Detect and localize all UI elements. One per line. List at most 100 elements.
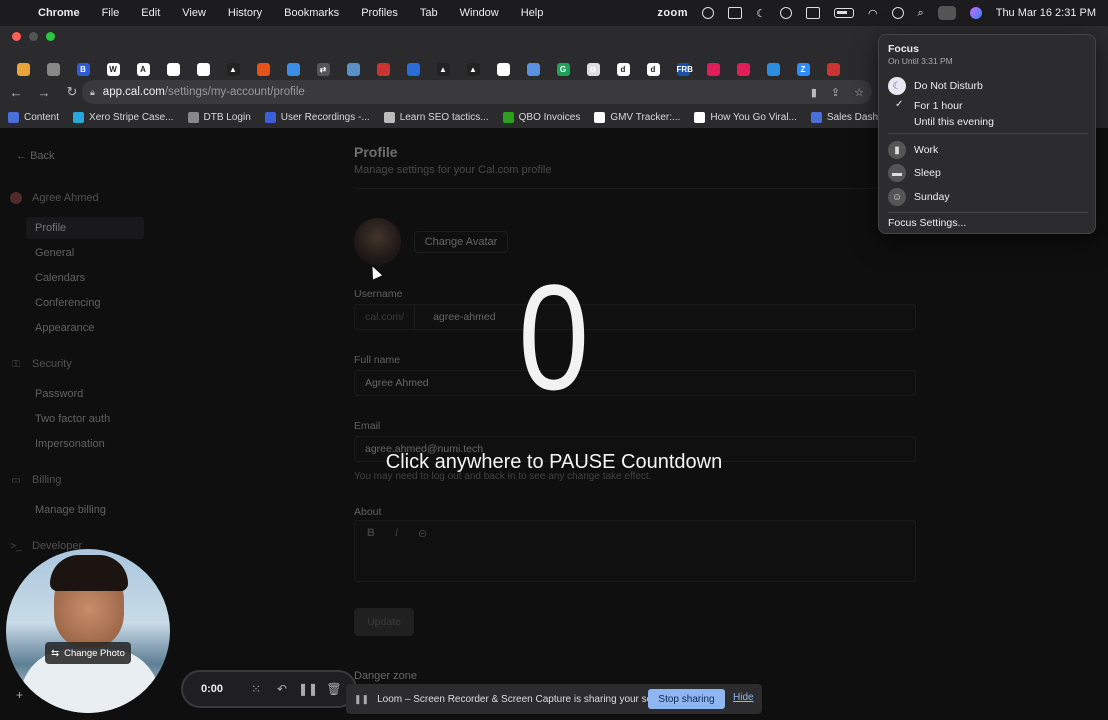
menubar-clock[interactable]: Thu Mar 16 2:31 PM [996,7,1096,19]
browser-tab[interactable]: ▲ [458,59,488,79]
bookmark-item[interactable]: Learn SEO tactics... [383,111,489,123]
browser-tab[interactable]: B [68,59,98,79]
browser-tab[interactable]: FRB [668,59,698,79]
bookmark-item[interactable]: Xero Stripe Case... [73,111,174,123]
bold-icon[interactable]: B [367,527,375,540]
browser-tab[interactable] [518,59,548,79]
browser-tab[interactable]: A [128,59,158,79]
browser-tab[interactable] [158,59,188,79]
plus-icon[interactable]: + [16,688,23,702]
focus-for-1-hour[interactable]: For 1 hour [914,100,962,112]
bookmark-item[interactable]: Content [8,111,59,123]
minimize-window-button[interactable] [29,32,38,41]
italic-icon[interactable]: I [395,527,398,540]
about-editor[interactable]: B I ⊝ [354,520,916,582]
pause-icon[interactable]: ❚❚ [295,682,321,696]
battery-icon[interactable] [833,8,854,18]
siri-icon[interactable] [969,7,982,19]
sidebar-item-conferencing[interactable]: Conferencing [26,292,144,314]
update-button[interactable]: Update [354,608,414,636]
bookmark-item[interactable]: DTB Login [187,111,251,123]
sidebar-item-profile[interactable]: Profile [26,217,144,239]
restart-icon[interactable]: ↶ [269,682,295,696]
reload-icon[interactable]: ↻ [60,84,84,100]
extension-icon[interactable] [702,7,715,19]
sidebar-security-header[interactable]: ⚿ Security [10,358,72,370]
forward-arrow-icon[interactable]: → [32,85,56,100]
browser-tab[interactable]: d [638,59,668,79]
star-icon[interactable]: ☆ [854,86,864,99]
display-icon[interactable] [805,7,820,19]
drawing-grid-icon[interactable]: ⁙ [243,682,269,696]
browser-tab[interactable]: Z [788,59,818,79]
change-avatar-button[interactable]: Change Avatar [414,231,508,253]
menu-chrome[interactable]: Chrome [38,7,80,19]
zoom-status-item[interactable]: zoom [657,7,688,19]
control-center-icon[interactable] [937,6,956,20]
wifi-icon[interactable]: ◠ [868,7,878,20]
menu-edit[interactable]: Edit [141,7,160,19]
browser-tab[interactable]: ▲ [428,59,458,79]
change-photo-button[interactable]: ⇆ Change Photo [45,642,131,664]
play-icon[interactable] [779,7,792,19]
sidebar-item-appearance[interactable]: Appearance [26,317,144,339]
trash-icon[interactable]: 🗑︎ [321,682,347,696]
menu-tab[interactable]: Tab [420,7,438,19]
browser-tab[interactable]: W [98,59,128,79]
menu-view[interactable]: View [182,7,206,19]
close-window-button[interactable] [12,32,21,41]
browser-tab[interactable] [338,59,368,79]
focus-settings-item[interactable]: Focus Settings... [888,217,966,229]
stop-sharing-button[interactable]: Stop sharing [648,689,725,709]
moon-icon[interactable]: ☾ [756,7,766,20]
notification-icon[interactable] [728,7,743,19]
back-arrow-icon[interactable]: ← [4,85,28,100]
browser-tab[interactable] [38,59,68,79]
sidebar-item-password[interactable]: Password [26,383,144,405]
spotlight-icon[interactable]: ⌕ [918,7,924,20]
sidebar-item-general[interactable]: General [26,242,144,264]
menu-history[interactable]: History [228,7,262,19]
sidebar-billing-header[interactable]: ▭ Billing [10,474,61,486]
browser-tab[interactable] [8,59,38,79]
browser-tab[interactable]: G [548,59,578,79]
sidebar-item-manage-billing[interactable]: Manage billing [26,499,144,521]
browser-tab[interactable] [488,59,518,79]
browser-tab[interactable]: ⊖ [578,59,608,79]
sidebar-account-header[interactable]: Agree Ahmed [10,192,99,204]
menu-help[interactable]: Help [521,7,544,19]
countdown-pause-hint[interactable]: Click anywhere to PAUSE Countdown [0,451,1108,474]
bookmark-item[interactable]: QBO Invoices [502,111,580,123]
link-icon[interactable]: ⊝ [418,527,427,540]
focus-until-evening[interactable]: Until this evening [914,116,994,128]
bookmark-item[interactable]: GMV Tracker:... [594,111,680,123]
address-bar[interactable]: 🔒︎ app.cal.com/settings/my-account/profi… [82,80,872,104]
bookmark-item[interactable]: User Recordings -... [264,111,370,123]
browser-tab[interactable] [368,59,398,79]
fullname-field[interactable]: Agree Ahmed [354,370,916,396]
sidebar-item-calendars[interactable]: Calendars [26,267,144,289]
focus-sleep-item[interactable]: ▬ Sleep [888,164,941,182]
menu-window[interactable]: Window [460,7,499,19]
menu-profiles[interactable]: Profiles [361,7,398,19]
focus-work-item[interactable]: ▮ Work [888,141,938,159]
zoom-window-button[interactable] [46,32,55,41]
back-link[interactable]: ← Back [16,150,55,162]
browser-tab[interactable] [398,59,428,79]
browser-tab[interactable] [728,59,758,79]
browser-tab[interactable] [818,59,848,79]
bookmark-item[interactable]: How You Go Viral... [694,111,797,123]
lock-icon[interactable]: 🔒︎ [90,87,95,98]
webcam-bubble[interactable] [6,549,170,713]
hide-link[interactable]: Hide [733,692,754,703]
browser-tab[interactable]: ▲ [218,59,248,79]
browser-tab[interactable]: d [608,59,638,79]
browser-tab[interactable] [698,59,728,79]
sidebar-item-two-factor-auth[interactable]: Two factor auth [26,408,144,430]
browser-tab[interactable] [188,59,218,79]
share-icon[interactable]: ⇪ [831,86,840,99]
camera-icon[interactable]: ▮ [811,86,817,99]
username-field[interactable]: cal.com/ agree-ahmed [354,304,916,330]
browser-tab[interactable] [758,59,788,79]
focus-sunday-item[interactable]: ☺ Sunday [888,188,950,206]
